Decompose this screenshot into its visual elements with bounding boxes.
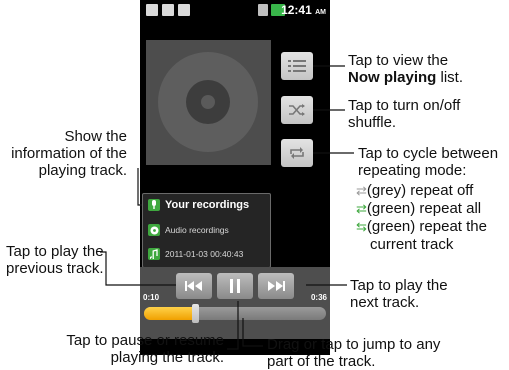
annotation-now-playing: Tap to view the Now playing list. bbox=[348, 52, 464, 86]
annotation-previous: Tap to play the previous track. bbox=[6, 243, 104, 277]
annotation-repeat: Tap to cycle between repeating mode: bbox=[358, 145, 499, 179]
annotation-pause: Tap to pause or resume playing the track… bbox=[66, 332, 224, 366]
annotation-seek: Drag or tap to jump to any part of the t… bbox=[267, 336, 441, 370]
repeat-modes-legend: ⇄(grey) repeat off ⇄(green) repeat all ⇆… bbox=[356, 182, 487, 253]
repeat-current-icon: ⇆ bbox=[356, 219, 367, 234]
repeat-grey-icon: ⇄ bbox=[356, 183, 367, 198]
annotation-track-info: Show the information of the playing trac… bbox=[11, 128, 127, 179]
annotation-shuffle: Tap to turn on/off shuffle. bbox=[348, 97, 461, 131]
repeat-green-icon: ⇄ bbox=[356, 201, 367, 216]
annotation-next: Tap to play the next track. bbox=[350, 277, 448, 311]
